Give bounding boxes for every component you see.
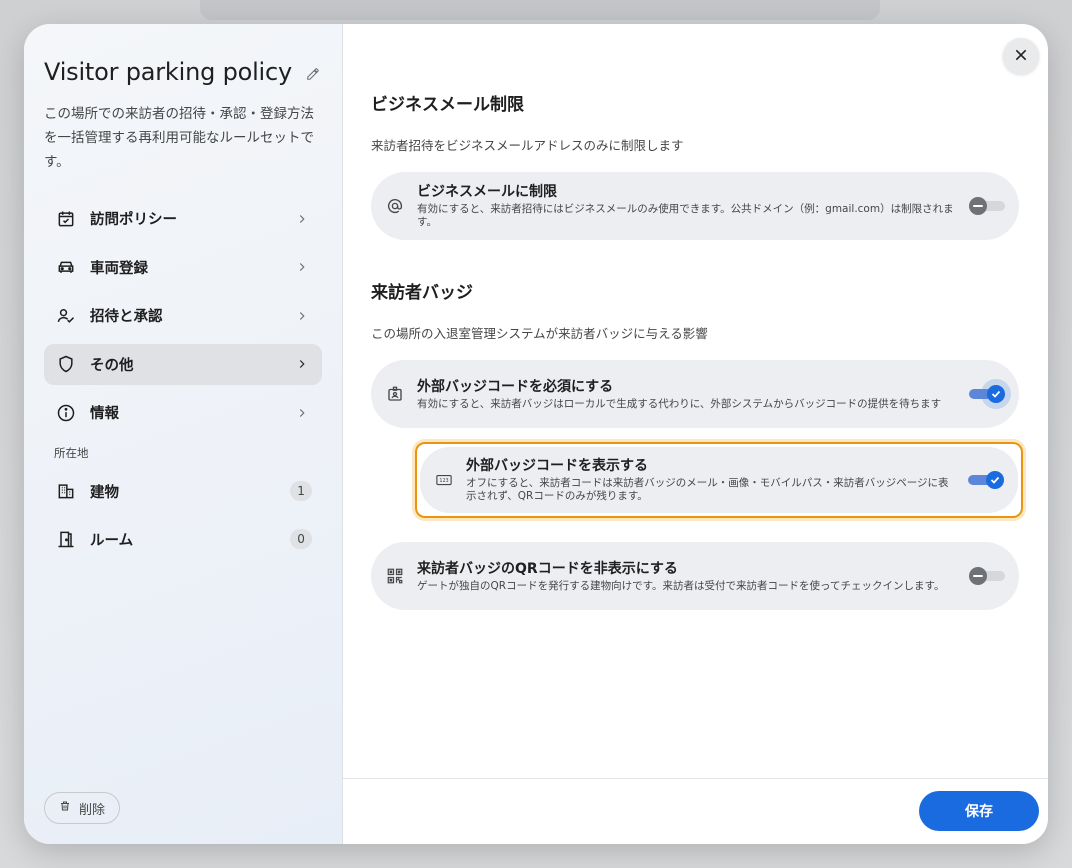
close-button[interactable] bbox=[1003, 38, 1040, 74]
toggle-off-icon bbox=[969, 567, 988, 585]
door-icon bbox=[56, 529, 76, 549]
setting-title: 外部バッジコードを必須にする bbox=[417, 378, 614, 395]
close-icon bbox=[1013, 47, 1029, 66]
setting-description: オフにすると、来訪者コードは来訪者バッジのメール・画像・モバイルパス・来訪者バッ… bbox=[466, 477, 949, 502]
locations-label: 所在地 bbox=[54, 446, 89, 460]
background-toolbar bbox=[200, 0, 880, 20]
sidebar-item-label: 訪問ポリシー bbox=[90, 212, 177, 228]
building-icon bbox=[56, 481, 76, 501]
badge-id-icon bbox=[385, 384, 405, 404]
policy-modal: Visitor parking policy この場所での来訪者の招待・承認・登… bbox=[24, 24, 1048, 844]
show-external-badge-setting: 123 外部バッジコードを表示する オフにすると、来訪者コードは来訪者バッジのメ… bbox=[420, 447, 1019, 513]
count-badge: 0 bbox=[290, 529, 313, 549]
main-panel: ビジネスメール制限 来訪者招待をビジネスメールアドレスのみに制限します ビジネス… bbox=[343, 24, 1048, 844]
setting-description: 有効にすると、来訪者バッジはローカルで生成する代わりに、外部システムからバッジコ… bbox=[417, 397, 942, 410]
location-item-label: ルーム bbox=[90, 532, 134, 549]
pencil-icon[interactable] bbox=[304, 65, 322, 83]
location-item-room[interactable]: ルーム 0 bbox=[44, 519, 322, 559]
sidebar-item-info[interactable]: 情報 bbox=[44, 392, 322, 433]
checkmark-icon bbox=[986, 471, 1005, 489]
require-external-badge-toggle[interactable] bbox=[969, 379, 1012, 409]
sidebar-item-label: 車両登録 bbox=[90, 260, 148, 277]
settings-content: ビジネスメール制限 来訪者招待をビジネスメールアドレスのみに制限します ビジネス… bbox=[343, 24, 1048, 610]
delete-label: 削除 bbox=[79, 802, 106, 818]
setting-text: 外部バッジコードを表示する オフにすると、来訪者コードは来訪者バッジのメール・画… bbox=[466, 457, 954, 503]
sidebar-item-invite-approval[interactable]: 招待と承認 bbox=[44, 295, 322, 336]
setting-description: 有効にすると、来訪者招待にはビジネスメールのみ使用できます。公共ドメイン（例：g… bbox=[417, 203, 954, 228]
person-check-icon bbox=[56, 306, 76, 326]
sidebar: Visitor parking policy この場所での来訪者の招待・承認・登… bbox=[24, 24, 344, 844]
chevron-right-icon bbox=[294, 405, 310, 421]
shield-icon bbox=[56, 354, 76, 374]
toggle-off-icon bbox=[969, 197, 988, 215]
policy-title: Visitor parking policy bbox=[44, 58, 293, 86]
trash-icon bbox=[59, 800, 71, 816]
business-email-section: ビジネスメール制限 来訪者招待をビジネスメールアドレスのみに制限します ビジネス… bbox=[371, 90, 1023, 240]
modal-footer: 保存 bbox=[343, 778, 1048, 844]
car-icon bbox=[56, 257, 76, 277]
visitor-badge-section: 来訪者バッジ この場所の入退室管理システムが来訪者バッジに与える影響 外部バッジ… bbox=[371, 278, 1024, 610]
location-item-label: 建物 bbox=[90, 484, 119, 501]
hide-qr-setting: 来訪者バッジのQRコードを非表示にする ゲートが独自のQRコードを発行する建物向… bbox=[371, 542, 1020, 610]
checkmark-icon bbox=[987, 385, 1006, 403]
sidebar-item-label: 情報 bbox=[90, 406, 119, 422]
setting-title: 来訪者バッジのQRコードを非表示にする bbox=[417, 560, 678, 577]
setting-title: ビジネスメールに制限 bbox=[417, 184, 558, 200]
setting-title: 外部バッジコードを表示する bbox=[466, 458, 649, 474]
sidebar-item-label: その他 bbox=[90, 357, 134, 374]
svg-text:123: 123 bbox=[439, 478, 448, 484]
show-external-badge-toggle[interactable] bbox=[968, 471, 1005, 489]
numbers-123-icon: 123 bbox=[434, 470, 454, 490]
sidebar-nav: 訪問ポリシー 車両登録 招待と承認 その他 情報 bbox=[44, 198, 323, 433]
save-button[interactable]: 保存 bbox=[919, 791, 1040, 831]
calendar-check-icon bbox=[56, 209, 76, 229]
chevron-right-icon bbox=[294, 211, 310, 227]
section-subtitle: 来訪者招待をビジネスメールアドレスのみに制限します bbox=[371, 138, 684, 153]
setting-text: 外部バッジコードを必須にする 有効にすると、来訪者バッジはローカルで生成する代わ… bbox=[417, 378, 955, 411]
sidebar-item-label: 招待と承認 bbox=[90, 309, 163, 325]
count-badge: 1 bbox=[290, 481, 313, 501]
sidebar-item-visit-policy[interactable]: 訪問ポリシー bbox=[44, 198, 322, 239]
chevron-right-icon bbox=[294, 356, 310, 372]
setting-text: ビジネスメールに制限 有効にすると、来訪者招待にはビジネスメールのみ使用できます… bbox=[417, 183, 955, 229]
sidebar-item-vehicle-registration[interactable]: 車両登録 bbox=[44, 247, 322, 288]
chevron-right-icon bbox=[294, 308, 310, 324]
business-email-toggle[interactable] bbox=[969, 197, 1006, 215]
chevron-right-icon bbox=[294, 259, 310, 275]
require-external-badge-setting: 外部バッジコードを必須にする 有効にすると、来訪者バッジはローカルで生成する代わ… bbox=[371, 360, 1020, 428]
policy-description: この場所での来訪者の招待・承認・登録方法を一括管理する再利用可能なルールセットで… bbox=[44, 106, 314, 170]
section-title: ビジネスメール制限 bbox=[371, 95, 525, 115]
title-row: Visitor parking policy bbox=[44, 58, 322, 86]
at-sign-icon bbox=[385, 196, 405, 216]
sidebar-item-other[interactable]: その他 bbox=[44, 343, 323, 385]
info-icon bbox=[56, 403, 76, 423]
highlighted-setting-frame: 123 外部バッジコードを表示する オフにすると、来訪者コードは来訪者バッジのメ… bbox=[415, 442, 1024, 518]
business-email-setting: ビジネスメールに制限 有効にすると、来訪者招待にはビジネスメールのみ使用できます… bbox=[371, 172, 1020, 240]
delete-button[interactable]: 削除 bbox=[44, 792, 121, 824]
setting-description: ゲートが独自のQRコードを発行する建物向けです。来訪者は受付で来訪者コードを使っ… bbox=[417, 579, 945, 592]
setting-text: 来訪者バッジのQRコードを非表示にする ゲートが独自のQRコードを発行する建物向… bbox=[417, 560, 955, 593]
section-title: 来訪者バッジ bbox=[371, 283, 474, 303]
qr-code-icon bbox=[385, 566, 405, 586]
location-item-building[interactable]: 建物 1 bbox=[44, 471, 322, 511]
hide-qr-toggle[interactable] bbox=[969, 567, 1006, 585]
section-subtitle: この場所の入退室管理システムが来訪者バッジに与える影響 bbox=[371, 326, 708, 341]
